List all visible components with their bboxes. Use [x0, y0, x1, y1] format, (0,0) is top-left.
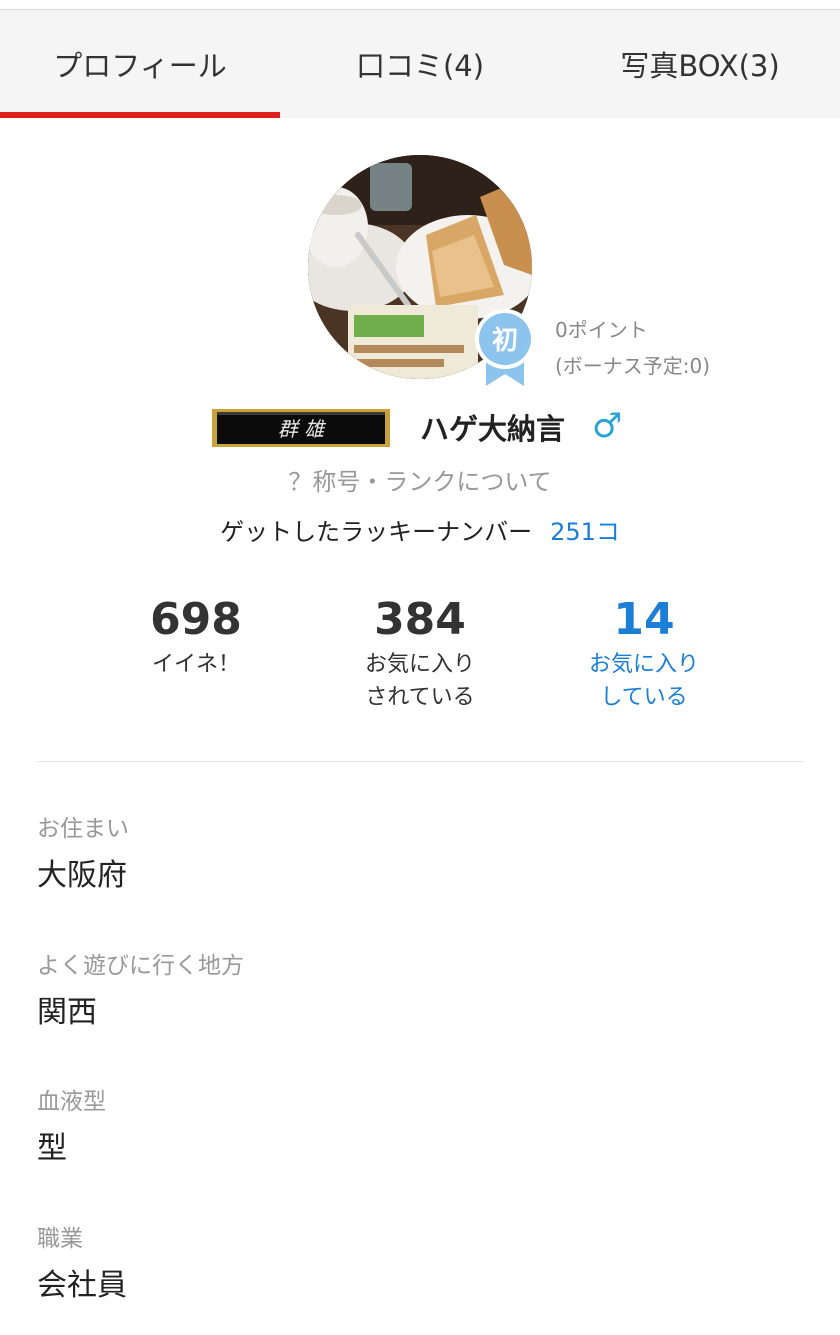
- stats-row: 698 イイネ！ 384 お気に入り されている 14 お気に入り している: [84, 592, 756, 714]
- tab-profile[interactable]: プロフィール: [0, 10, 280, 118]
- info-region: よく遊びに行く地方 関西: [37, 951, 797, 1035]
- stat-likes: 698 イイネ！: [84, 592, 308, 714]
- stat-favorited: 384 お気に入り されている: [308, 592, 532, 714]
- male-icon: ♂: [592, 406, 623, 446]
- stat-favorited-value: 384: [374, 594, 466, 645]
- rank-plate: 群 雄: [212, 409, 390, 447]
- info-value: 会社員: [37, 1268, 127, 1303]
- beginner-badge-icon: 初: [475, 309, 535, 386]
- badge-text: 初: [492, 326, 518, 356]
- tab-reviews[interactable]: 口コミ(4): [280, 10, 560, 118]
- stat-likes-label: イイネ！: [151, 652, 240, 677]
- stat-favoriting-label-2[interactable]: している: [532, 681, 756, 714]
- info-value: 型: [37, 1131, 67, 1166]
- stat-favorited-label-2: されている: [365, 685, 475, 710]
- points-info: 0ポイント (ボーナス予定:0): [555, 312, 710, 384]
- rank-info-link[interactable]: ？称号・ランクについて: [0, 462, 840, 497]
- lucky-number-row: ゲットしたラッキーナンバー 251コ: [0, 512, 840, 547]
- bonus-points: (ボーナス予定:0): [555, 354, 711, 378]
- tab-photo-box[interactable]: 写真BOX(3): [560, 10, 840, 118]
- stat-favoriting-label-1[interactable]: お気に入り: [532, 648, 756, 681]
- lucky-number-count[interactable]: 251コ: [550, 518, 620, 546]
- stat-favoriting[interactable]: 14 お気に入り している: [532, 592, 756, 714]
- top-border: [0, 0, 840, 10]
- section-divider: [37, 761, 804, 762]
- info-occupation: 職業 会社員: [37, 1224, 797, 1308]
- info-value: 関西: [37, 995, 97, 1030]
- username: ハゲ大納言: [420, 412, 566, 446]
- tab-bar: プロフィール 口コミ(4) 写真BOX(3): [0, 10, 840, 118]
- stat-favoriting-value[interactable]: 14: [532, 592, 756, 648]
- info-key: よく遊びに行く地方: [37, 953, 244, 979]
- info-key: 職業: [37, 1226, 83, 1252]
- points-value: 0ポイント: [555, 318, 648, 342]
- stat-favorited-label-1: お気に入り: [364, 652, 475, 677]
- lucky-number-label: ゲットしたラッキーナンバー: [220, 518, 533, 546]
- info-value: 大阪府: [37, 858, 127, 893]
- name-row: 群 雄 ハゲ大納言 ♂: [0, 404, 840, 450]
- info-blood-type: 血液型 型: [37, 1087, 797, 1171]
- info-key: 血液型: [37, 1089, 106, 1115]
- rank-plate-text: 群 雄: [278, 417, 326, 441]
- stat-likes-value: 698: [150, 594, 242, 645]
- info-residence: お住まい 大阪府: [37, 814, 797, 898]
- info-key: お住まい: [37, 816, 129, 842]
